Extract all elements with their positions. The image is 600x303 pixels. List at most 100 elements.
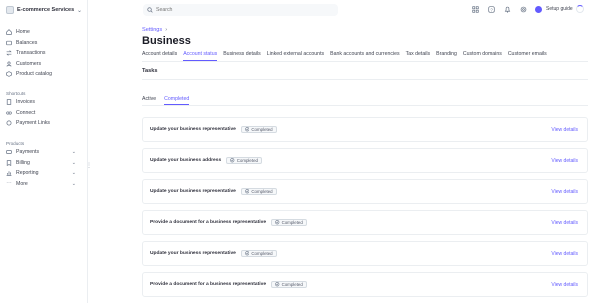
status-badge: Completed: [271, 218, 307, 227]
chevron-down-icon: ⌄: [71, 159, 76, 166]
product-icon: [6, 71, 12, 78]
task-row: Update your business representative Comp…: [142, 241, 588, 266]
sidebar-item-transactions[interactable]: Transactions: [0, 48, 88, 59]
view-details-link[interactable]: View details: [551, 189, 578, 195]
sidebar-item-connect[interactable]: Connect: [0, 108, 88, 119]
tab-custom-domains[interactable]: Custom domains: [463, 51, 502, 61]
sidebar-item-label: Billing: [16, 159, 30, 166]
check-circle-icon: [245, 189, 250, 194]
sidebar-item-payment-links[interactable]: Payment Links: [0, 118, 88, 129]
gear-icon[interactable]: [519, 5, 527, 13]
status-label: Completed: [251, 189, 273, 194]
view-details-link[interactable]: View details: [551, 127, 578, 133]
status-label: Completed: [281, 220, 303, 225]
sidebar-item-payments[interactable]: Payments ⌄: [0, 147, 88, 158]
tab-completed[interactable]: Completed: [164, 96, 190, 105]
transactions-icon: [6, 50, 12, 56]
sidebar-item-label: Payments: [16, 149, 40, 156]
sidebar-item-billing[interactable]: Billing ⌄: [0, 158, 88, 169]
apps-icon[interactable]: [471, 5, 479, 13]
account-name: E-commerce Services ...: [17, 7, 74, 13]
bell-icon[interactable]: [503, 5, 511, 13]
task-title: Update your business representative: [150, 251, 236, 256]
sidebar-resize-handle[interactable]: ⋮: [86, 162, 92, 169]
settings-tabs: Account details Account status Business …: [142, 51, 588, 62]
tab-active[interactable]: Active: [142, 96, 156, 105]
sidebar-item-label: Payment Links: [16, 120, 51, 127]
search-input[interactable]: [156, 7, 326, 13]
primary-nav: Home Balances Transactions Customers Pro…: [0, 27, 88, 80]
task-row: Update your business address Completed V…: [142, 148, 588, 173]
check-circle-icon: [230, 158, 235, 163]
chevron-down-icon: ⌄: [71, 180, 76, 187]
chevron-down-icon: ⌄: [71, 149, 76, 156]
help-icon[interactable]: ?: [487, 5, 495, 13]
sidebar-item-label: Balances: [16, 39, 38, 46]
chevron-down-icon: ⌄: [71, 170, 76, 177]
sidebar-item-label: Transactions: [16, 50, 46, 57]
sidebar-item-label: Connect: [16, 109, 36, 116]
home-icon: [6, 29, 12, 36]
breadcrumb: Settings ›: [142, 27, 167, 33]
check-circle-icon: [245, 127, 250, 132]
tab-account-status[interactable]: Account status: [183, 51, 218, 61]
avatar[interactable]: [535, 5, 542, 13]
status-badge: Completed: [240, 249, 277, 258]
status-label: Completed: [251, 251, 273, 256]
task-title: Update your business representative: [150, 189, 236, 194]
products-title: Products: [6, 140, 25, 146]
sidebar-item-product-catalog[interactable]: Product catalog: [0, 69, 88, 80]
sidebar-item-label: Reporting: [16, 170, 39, 177]
shortcuts-title: Shortcuts: [6, 90, 26, 96]
account-switcher[interactable]: E-commerce Services ... ⌄: [6, 4, 82, 16]
tab-account-details[interactable]: Account details: [142, 51, 177, 61]
sidebar-item-more[interactable]: ⋯ More ⌄: [0, 179, 88, 190]
task-row: Provide a document for a business repres…: [142, 210, 588, 235]
status-badge: Completed: [240, 125, 277, 134]
link-icon: [6, 120, 12, 126]
connect-icon: [6, 110, 12, 116]
tab-tax-details[interactable]: Tax details: [406, 51, 431, 61]
status-label: Completed: [281, 282, 303, 287]
task-filter-tabs: Active Completed: [142, 96, 588, 106]
task-title: Provide a document for a business repres…: [150, 220, 267, 225]
breadcrumb-settings[interactable]: Settings: [142, 27, 162, 33]
page-title: Business: [142, 35, 191, 47]
invoice-icon: [6, 99, 12, 106]
task-title: Update your business address: [150, 158, 222, 163]
search-bar[interactable]: [143, 4, 338, 16]
tab-business-details[interactable]: Business details: [223, 51, 261, 61]
svg-text:?: ?: [490, 7, 493, 12]
tab-customer-emails[interactable]: Customer emails: [508, 51, 547, 61]
chevron-right-icon: ›: [165, 27, 168, 33]
check-circle-icon: [275, 282, 280, 287]
task-title: Provide a document for a business repres…: [150, 282, 267, 287]
status-badge: Completed: [240, 187, 277, 196]
view-details-link[interactable]: View details: [551, 220, 578, 226]
reporting-icon: [6, 170, 12, 177]
tab-linked-external-accounts[interactable]: Linked external accounts: [267, 51, 324, 61]
chevron-down-icon: ⌄: [76, 7, 82, 14]
billing-icon: [6, 159, 12, 166]
storefront-icon: [6, 6, 14, 14]
payments-icon: [6, 149, 12, 155]
setup-guide-button[interactable]: Setup guide: [546, 5, 584, 13]
view-details-link[interactable]: View details: [551, 282, 578, 288]
status-label: Completed: [236, 158, 258, 163]
tab-branding[interactable]: Branding: [436, 51, 457, 61]
setup-guide-label: Setup guide: [546, 6, 573, 12]
sidebar-item-home[interactable]: Home: [0, 27, 88, 38]
check-circle-icon: [275, 220, 280, 225]
sidebar-item-invoices[interactable]: Invoices: [0, 97, 88, 108]
tab-bank-accounts-currencies[interactable]: Bank accounts and currencies: [330, 51, 400, 61]
sidebar-item-reporting[interactable]: Reporting ⌄: [0, 168, 88, 179]
sidebar-item-customers[interactable]: Customers: [0, 59, 88, 70]
products-nav: Products Payments ⌄ Billing ⌄ Reporting …: [0, 139, 88, 189]
view-details-link[interactable]: View details: [551, 251, 578, 257]
more-icon: ⋯: [6, 180, 12, 187]
sidebar: E-commerce Services ... ⌄ Home Balances …: [0, 0, 88, 303]
sidebar-item-balances[interactable]: Balances: [0, 38, 88, 49]
progress-ring-icon: [575, 5, 584, 13]
view-details-link[interactable]: View details: [551, 158, 578, 164]
sidebar-item-label: Customers: [16, 60, 42, 67]
